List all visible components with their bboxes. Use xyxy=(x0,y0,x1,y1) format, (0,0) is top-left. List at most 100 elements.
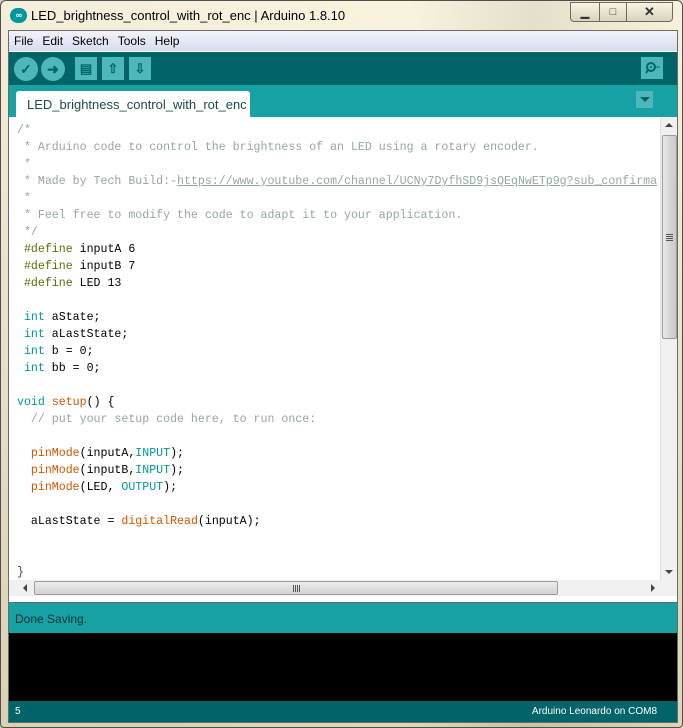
tab-menu-button[interactable] xyxy=(636,91,653,108)
code-line[interactable]: pinMode(LED, OUTPUT); xyxy=(17,479,657,496)
code-token: * xyxy=(17,158,31,171)
maximize-icon: □ xyxy=(609,6,617,18)
code-token: #define xyxy=(17,260,73,273)
tab-sketch[interactable]: LED_brightness_control_with_rot_enc xyxy=(16,91,250,118)
scroll-down-button[interactable] xyxy=(661,564,677,580)
code-token: () { xyxy=(86,396,115,409)
arrow-down-icon: ⇩ xyxy=(134,60,146,76)
code-line[interactable]: */ xyxy=(17,224,657,241)
code-line[interactable]: /* xyxy=(17,122,657,139)
horizontal-scroll-thumb[interactable] xyxy=(34,581,558,595)
vertical-scrollbar[interactable] xyxy=(660,117,677,580)
toolbar: ✓ ➜ ▤ ⇧ ⇩ xyxy=(9,52,677,85)
code-editor[interactable]: /* * Arduino code to control the brightn… xyxy=(9,117,661,580)
code-token: ); xyxy=(170,447,185,460)
tab-bar: LED_brightness_control_with_rot_enc xyxy=(9,85,677,118)
menu-help[interactable]: Help xyxy=(151,34,184,48)
verify-button[interactable]: ✓ xyxy=(14,57,38,81)
minimize-icon: ▁ xyxy=(580,6,590,19)
code-line[interactable]: #define inputA 6 xyxy=(17,241,657,258)
status-bar: Done Saving. xyxy=(9,603,677,633)
minimize-button[interactable]: ▁ xyxy=(570,2,600,22)
scroll-right-button[interactable] xyxy=(645,580,661,596)
code-line[interactable] xyxy=(17,496,657,513)
code-line[interactable]: } xyxy=(17,564,657,580)
close-button[interactable]: ✕ xyxy=(627,2,673,22)
code-token: b = 0; xyxy=(44,345,94,358)
console-output[interactable] xyxy=(9,633,677,701)
code-line[interactable]: void setup() { xyxy=(17,394,657,411)
maximize-button[interactable]: □ xyxy=(600,2,627,22)
code-link[interactable]: https://www.youtube.com/channel/UCNy7Dyf… xyxy=(177,175,657,188)
code-line[interactable]: * Made by Tech Build:-https://www.youtub… xyxy=(17,173,657,190)
code-line[interactable] xyxy=(17,377,657,394)
footer-bar: 5 Arduino Leonardo on COM8 xyxy=(9,701,677,722)
code-line[interactable]: * Arduino code to control the brightness… xyxy=(17,139,657,156)
code-token: */ xyxy=(17,226,38,239)
status-message: Done Saving. xyxy=(15,612,88,626)
code-line[interactable]: int aState; xyxy=(17,309,657,326)
grip-icon xyxy=(666,233,673,241)
upload-button[interactable]: ➜ xyxy=(41,57,65,81)
arduino-logo-icon: ∞ xyxy=(10,8,27,23)
horizontal-scrollbar[interactable] xyxy=(9,580,661,596)
serial-monitor-button[interactable] xyxy=(641,57,663,79)
title-bar[interactable]: ∞ LED_brightness_control_with_rot_enc | … xyxy=(1,1,682,31)
arrow-down-icon xyxy=(665,570,673,574)
code-token: INPUT xyxy=(135,447,171,460)
menu-sketch[interactable]: Sketch xyxy=(68,34,113,48)
code-token: int xyxy=(17,345,45,358)
arrow-right-icon xyxy=(651,584,655,592)
code-token: pinMode xyxy=(30,481,80,494)
window-title: LED_brightness_control_with_rot_enc | Ar… xyxy=(31,8,346,23)
code-line[interactable]: #define inputB 7 xyxy=(17,258,657,275)
code-line[interactable]: // put your setup code here, to run once… xyxy=(17,411,657,428)
code-line[interactable]: * Feel free to modify the code to adapt … xyxy=(17,207,657,224)
menu-tools[interactable]: Tools xyxy=(114,34,150,48)
new-file-icon: ▤ xyxy=(79,60,93,76)
scroll-left-button[interactable] xyxy=(17,580,33,596)
code-line[interactable]: pinMode(inputA,INPUT); xyxy=(17,445,657,462)
line-number: 5 xyxy=(15,706,21,717)
code-line[interactable] xyxy=(17,530,657,547)
code-line[interactable]: #define LED 13 xyxy=(17,275,657,292)
code-token: // put your setup code here, to run once… xyxy=(17,413,317,426)
code-line[interactable]: aLastState = digitalRead(inputA); xyxy=(17,513,657,530)
code-line[interactable]: int bb = 0; xyxy=(17,360,657,377)
code-line[interactable]: int b = 0; xyxy=(17,343,657,360)
arrow-up-icon xyxy=(665,123,673,127)
code-token: (inputA); xyxy=(197,515,261,528)
grip-icon xyxy=(292,584,300,592)
code-line[interactable] xyxy=(17,292,657,309)
menu-edit[interactable]: Edit xyxy=(38,34,67,48)
code-token: int xyxy=(17,328,45,341)
arduino-ide-window: ∞ LED_brightness_control_with_rot_enc | … xyxy=(0,0,683,728)
code-line[interactable]: int aLastState; xyxy=(17,326,657,343)
magnifier-icon xyxy=(645,62,660,74)
open-sketch-button[interactable]: ⇧ xyxy=(102,57,124,80)
editor-console-divider[interactable] xyxy=(9,596,677,603)
code-token: inputA 6 xyxy=(72,243,136,256)
code-line[interactable]: * xyxy=(17,156,657,173)
code-line[interactable] xyxy=(17,428,657,445)
scroll-up-button[interactable] xyxy=(661,117,677,133)
code-token: int xyxy=(17,311,45,324)
code-token: int xyxy=(17,362,45,375)
menu-file[interactable]: File xyxy=(10,34,37,48)
code-text[interactable]: /* * Arduino code to control the brightn… xyxy=(17,122,657,580)
code-line[interactable] xyxy=(17,547,657,564)
code-token: digitalRead xyxy=(121,515,198,528)
code-token: * Arduino code to control the brightness… xyxy=(17,141,539,154)
save-sketch-button[interactable]: ⇩ xyxy=(129,57,151,80)
new-sketch-button[interactable]: ▤ xyxy=(75,57,97,80)
vertical-scroll-thumb[interactable] xyxy=(662,135,677,339)
arrow-right-icon: ➜ xyxy=(47,60,59,77)
chevron-down-icon xyxy=(639,97,650,102)
code-token: #define xyxy=(17,243,73,256)
code-line[interactable]: pinMode(inputB,INPUT); xyxy=(17,462,657,479)
code-line[interactable]: * xyxy=(17,190,657,207)
code-token: inputB 7 xyxy=(72,260,136,273)
code-token: pinMode xyxy=(30,447,80,460)
code-token: aState; xyxy=(44,311,101,324)
tab-label: LED_brightness_control_with_rot_enc xyxy=(27,97,247,112)
